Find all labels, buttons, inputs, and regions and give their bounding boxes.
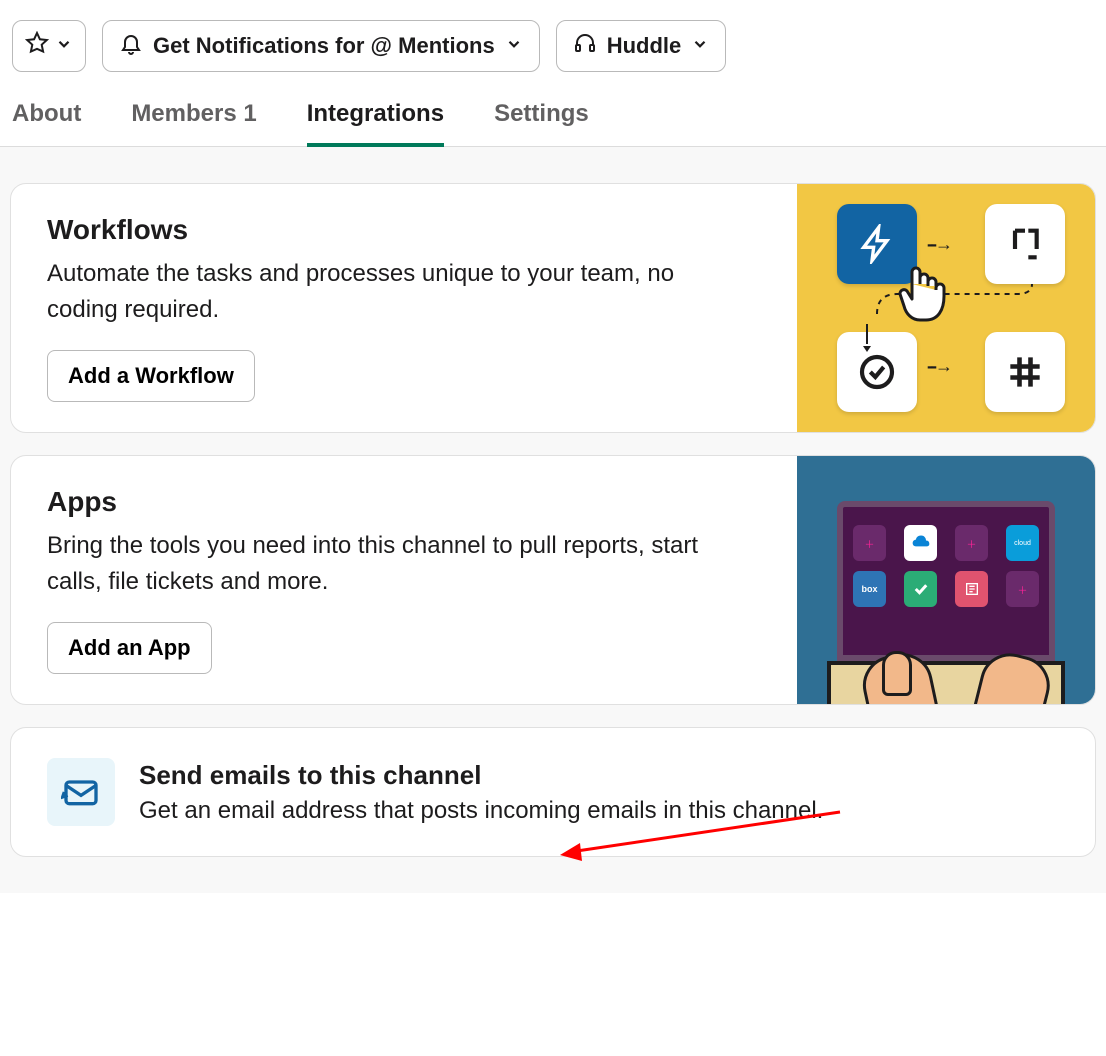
chevron-down-icon — [55, 33, 73, 59]
bell-icon — [119, 31, 143, 61]
huddle-button[interactable]: Huddle — [556, 20, 727, 72]
workflows-title: Workflows — [47, 214, 761, 246]
send-emails-card[interactable]: Send emails to this channel Get an email… — [10, 727, 1096, 857]
headphones-icon — [573, 31, 597, 61]
chevron-down-icon — [505, 33, 523, 59]
email-texts: Send emails to this channel Get an email… — [139, 760, 823, 825]
tab-members[interactable]: Members 1 — [131, 86, 256, 146]
email-icon — [47, 758, 115, 826]
pointer-hand-icon — [892, 264, 952, 334]
workflows-illustration: --→ --→ — [797, 184, 1095, 432]
star-button[interactable] — [12, 20, 86, 72]
workflows-card: Workflows Automate the tasks and process… — [10, 183, 1096, 433]
tab-settings[interactable]: Settings — [494, 86, 589, 146]
apps-title: Apps — [47, 486, 761, 518]
huddle-label: Huddle — [607, 33, 682, 59]
notifications-button[interactable]: Get Notifications for @ Mentions — [102, 20, 540, 72]
channel-tabs: About Members 1 Integrations Settings — [0, 86, 1106, 147]
tab-integrations[interactable]: Integrations — [307, 86, 444, 146]
tab-members-label: Members — [131, 100, 236, 127]
apps-description: Bring the tools you need into this chann… — [47, 528, 707, 600]
workflows-description: Automate the tasks and processes unique … — [47, 256, 707, 328]
workflows-body: Workflows Automate the tasks and process… — [11, 184, 797, 432]
integrations-content: Workflows Automate the tasks and process… — [0, 147, 1106, 893]
apps-body: Apps Bring the tools you need into this … — [11, 456, 797, 704]
add-workflow-button[interactable]: Add a Workflow — [47, 350, 255, 402]
email-title: Send emails to this channel — [139, 760, 823, 791]
apps-card: Apps Bring the tools you need into this … — [10, 455, 1096, 705]
tab-members-count: 1 — [243, 100, 256, 127]
notifications-label: Get Notifications for @ Mentions — [153, 33, 495, 59]
channel-toolbar: Get Notifications for @ Mentions Huddle — [0, 0, 1106, 86]
star-icon — [25, 31, 49, 61]
email-description: Get an email address that posts incoming… — [139, 797, 823, 825]
apps-illustration: ＋ ＋ cloud box ＋ — [797, 456, 1095, 704]
add-app-button[interactable]: Add an App — [47, 622, 212, 674]
chevron-down-icon — [691, 33, 709, 59]
tab-about[interactable]: About — [12, 86, 81, 146]
